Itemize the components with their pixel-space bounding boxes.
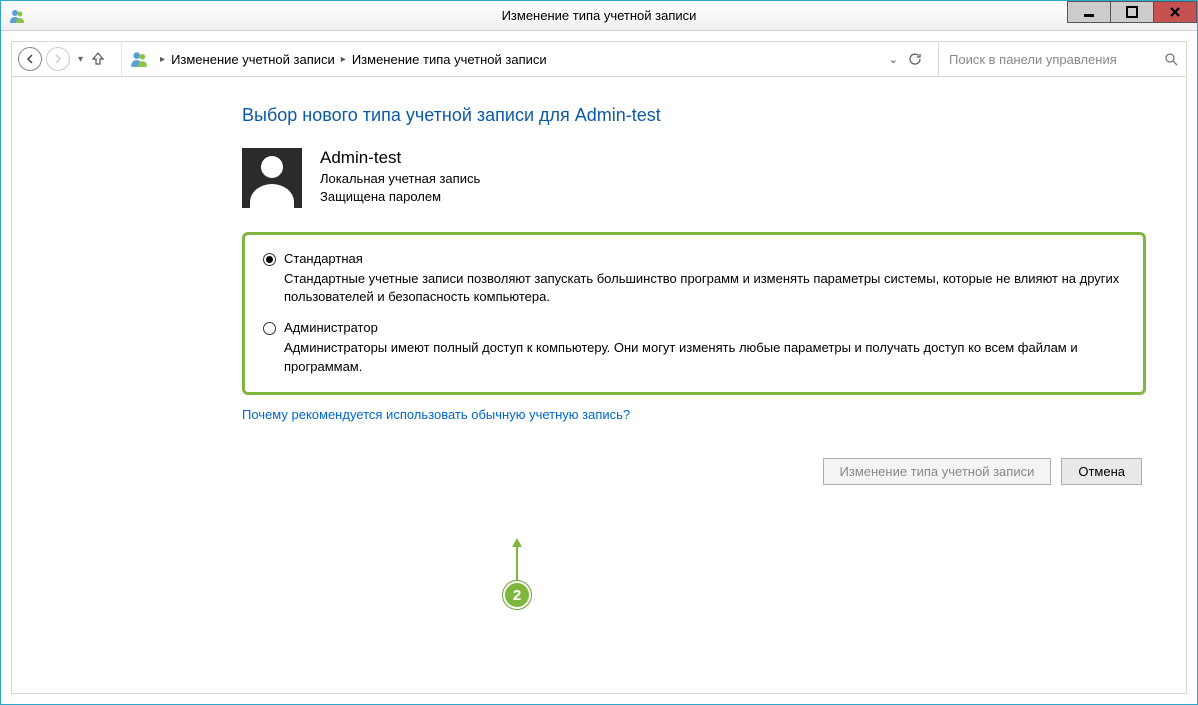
- radio-admin[interactable]: [263, 322, 276, 335]
- actions: Изменение типа учетной записи Отмена: [242, 458, 1146, 485]
- recent-dropdown-icon[interactable]: ▾: [78, 54, 83, 65]
- address-end: ⌄: [881, 52, 930, 66]
- change-type-button[interactable]: Изменение типа учетной записи: [823, 458, 1052, 485]
- users-icon: [9, 8, 25, 24]
- user-block: Admin-test Локальная учетная запись Защи…: [242, 148, 1146, 208]
- up-button[interactable]: [91, 51, 105, 68]
- option-standard-label: Стандартная: [284, 251, 363, 266]
- account-type-options: Стандартная Стандартные учетные записи п…: [242, 232, 1146, 395]
- breadcrumb-item[interactable]: Изменение типа учетной записи: [352, 52, 547, 67]
- window-controls: [1068, 1, 1197, 23]
- back-button[interactable]: [18, 47, 42, 71]
- option-admin-desc: Администраторы имеют полный доступ к ком…: [284, 339, 1125, 375]
- user-type: Локальная учетная запись: [320, 170, 480, 188]
- forward-button[interactable]: [46, 47, 70, 71]
- chevron-down-icon[interactable]: ⌄: [889, 53, 898, 66]
- window-title: Изменение типа учетной записи: [1, 8, 1197, 23]
- minimize-button[interactable]: [1067, 1, 1111, 23]
- search-icon[interactable]: [1164, 52, 1178, 66]
- chevron-right-icon: ▸: [160, 54, 165, 65]
- users-icon: [130, 50, 148, 68]
- breadcrumb: ▸ Изменение учетной записи ▸ Изменение т…: [154, 52, 881, 67]
- arrow-line: [516, 547, 518, 581]
- page-heading: Выбор нового типа учетной записи для Adm…: [242, 105, 1146, 126]
- arrow-head-icon: [512, 538, 522, 547]
- avatar: [242, 148, 302, 208]
- search-box[interactable]: [938, 42, 1186, 76]
- close-button[interactable]: [1153, 1, 1197, 23]
- breadcrumb-item[interactable]: Изменение учетной записи: [171, 52, 335, 67]
- nav-controls: ▾: [12, 42, 122, 76]
- radio-standard[interactable]: [263, 253, 276, 266]
- refresh-icon[interactable]: [908, 52, 922, 66]
- chevron-right-icon: ▸: [341, 54, 346, 65]
- option-standard-desc: Стандартные учетные записи позволяют зап…: [284, 270, 1125, 306]
- search-input[interactable]: [947, 51, 1164, 68]
- cancel-button[interactable]: Отмена: [1061, 458, 1142, 485]
- content: Выбор нового типа учетной записи для Adm…: [11, 77, 1187, 694]
- address-bar[interactable]: ▸ Изменение учетной записи ▸ Изменение т…: [122, 42, 938, 76]
- option-admin[interactable]: Администратор: [263, 320, 1125, 335]
- option-admin-label: Администратор: [284, 320, 378, 335]
- help-link[interactable]: Почему рекомендуется использовать обычну…: [242, 407, 630, 422]
- titlebar: Изменение типа учетной записи: [1, 1, 1197, 31]
- toolbar: ▾ ▸ Изменение учетной записи ▸ Изменение…: [11, 41, 1187, 77]
- user-name: Admin-test: [320, 148, 480, 168]
- maximize-button[interactable]: [1110, 1, 1154, 23]
- window: Изменение типа учетной записи ▾: [0, 0, 1198, 705]
- option-standard[interactable]: Стандартная: [263, 251, 1125, 266]
- user-password-status: Защищена паролем: [320, 188, 480, 206]
- callout-2: 2: [503, 581, 531, 609]
